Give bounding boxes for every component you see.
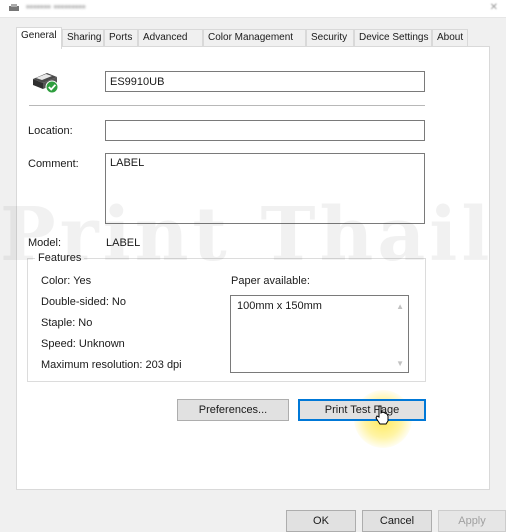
feature-color: Color: Yes <box>41 275 92 287</box>
features-legend: Features <box>35 252 85 264</box>
tab-about[interactable]: About <box>432 29 468 47</box>
paper-available-label: Paper available: <box>231 275 310 287</box>
feature-double-sided: Double-sided: No <box>41 296 126 308</box>
preferences-button[interactable]: Preferences... <box>177 399 289 421</box>
tab-color-management[interactable]: Color Management <box>203 29 306 47</box>
tab-device-settings[interactable]: Device Settings <box>354 29 432 47</box>
tab-general[interactable]: General <box>16 27 62 49</box>
comment-input[interactable]: LABEL <box>105 153 425 224</box>
printer-name-input[interactable] <box>105 71 425 92</box>
title-bar: ▪▪▪▪▪▪▪ ▪▪▪▪▪▪▪▪▪ ✕ <box>0 0 506 18</box>
scroll-down-icon[interactable]: ▼ <box>396 359 404 368</box>
printer-default-check-icon <box>33 73 59 94</box>
paper-sizes-list[interactable]: 100mm x 150mm ▲ ▼ <box>230 295 409 373</box>
tab-sharing[interactable]: Sharing <box>62 29 104 47</box>
feature-staple: Staple: No <box>41 317 93 329</box>
location-input[interactable] <box>105 120 425 141</box>
list-item[interactable]: 100mm x 150mm <box>237 300 322 312</box>
separator <box>29 105 425 106</box>
model-value: LABEL <box>106 237 141 249</box>
close-icon[interactable]: ✕ <box>490 2 498 13</box>
hand-cursor-icon <box>375 405 389 425</box>
printer-icon <box>9 4 19 11</box>
model-label: Model: <box>28 237 62 249</box>
tab-ports[interactable]: Ports <box>104 29 138 47</box>
comment-label: Comment: <box>28 158 79 170</box>
feature-speed: Speed: Unknown <box>41 338 125 350</box>
location-label: Location: <box>28 125 73 137</box>
print-test-page-button[interactable]: Print Test Page <box>298 399 426 421</box>
feature-max-resolution: Maximum resolution: 203 dpi <box>41 359 182 371</box>
general-tab-panel: Location: Comment: LABEL Model: LABEL Fe… <box>16 46 490 490</box>
tab-strip: General Sharing Ports Advanced Color Man… <box>16 27 488 49</box>
window-title: ▪▪▪▪▪▪▪ ▪▪▪▪▪▪▪▪▪ <box>26 2 86 13</box>
tab-advanced[interactable]: Advanced <box>138 29 203 47</box>
scroll-up-icon[interactable]: ▲ <box>396 302 404 311</box>
tab-security[interactable]: Security <box>306 29 354 47</box>
